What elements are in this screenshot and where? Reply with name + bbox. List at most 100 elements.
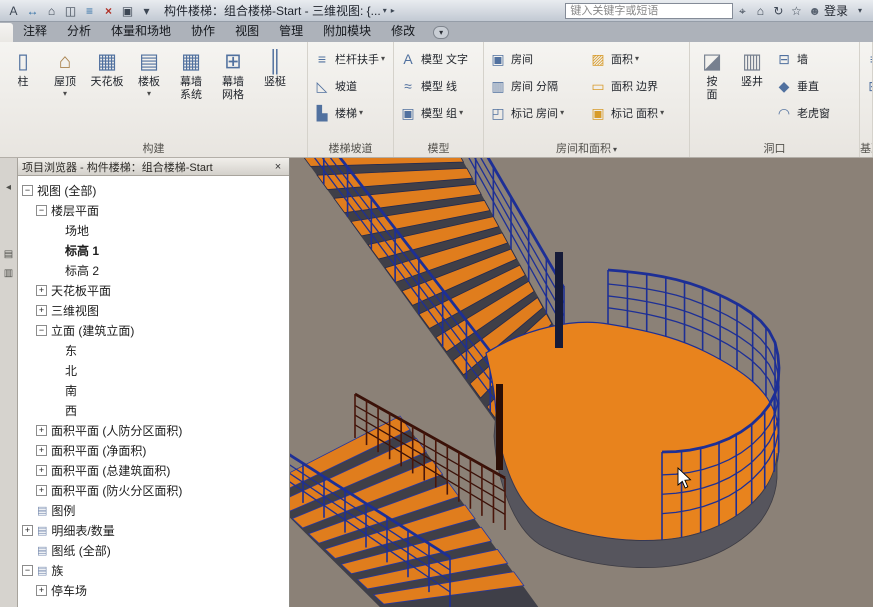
communication-center-icon[interactable]: ↻: [769, 2, 787, 20]
tree-item[interactable]: −视图 (全部): [18, 180, 289, 200]
expander-minus-icon[interactable]: −: [36, 325, 47, 336]
button-label: 模型 文字: [421, 51, 468, 67]
button-vertical-opening[interactable]: ◆垂直: [772, 72, 833, 99]
tab-massing-site[interactable]: 体量和场地: [101, 20, 181, 42]
tab-view[interactable]: 视图: [225, 20, 269, 42]
expander-plus-icon[interactable]: +: [36, 285, 47, 296]
sign-in-button[interactable]: ☻ 登录: [808, 2, 848, 19]
tree-item[interactable]: + 面积平面 (净面积): [18, 440, 289, 460]
subscription-center-icon[interactable]: ⌂: [751, 2, 769, 20]
button-curtain-grid[interactable]: ⊞幕墙网格: [212, 45, 254, 141]
button-model-line[interactable]: ≈模型 线: [396, 72, 481, 99]
button-model-text[interactable]: A模型 文字: [396, 45, 481, 72]
expander-minus-icon[interactable]: −: [36, 205, 47, 216]
tree-item[interactable]: +面积平面 (防火分区面积): [18, 480, 289, 500]
button-floor[interactable]: ▤楼板▾: [128, 45, 170, 141]
panel-build-label: 构建: [0, 142, 307, 157]
close-hidden-windows-icon[interactable]: ×: [99, 2, 118, 20]
tree-item[interactable]: +面积平面 (人防分区面积): [18, 420, 289, 440]
tree-item[interactable]: ▤图例: [18, 500, 289, 520]
tab-analyze[interactable]: 分析: [57, 20, 101, 42]
tree-item[interactable]: −楼层平面: [18, 200, 289, 220]
thin-lines-icon[interactable]: ≡: [80, 2, 99, 20]
button-tag-room[interactable]: ◰标记 房间▾: [486, 99, 586, 126]
panel-build: ▯柱⌂屋顶▾▦天花板▤楼板▾▦幕墙系统⊞幕墙网格║竖梃 构建: [0, 42, 308, 157]
tree-item[interactable]: +天花板平面: [18, 280, 289, 300]
button-railing[interactable]: ≡栏杆扶手▾: [310, 45, 391, 72]
tab-modify[interactable]: 修改: [381, 20, 425, 42]
tree-item[interactable]: 东: [18, 340, 289, 360]
qat-customize-icon[interactable]: ▾: [137, 2, 156, 20]
expander-plus-icon[interactable]: +: [36, 425, 47, 436]
button-tag-area[interactable]: ▣标记 面积▾: [586, 99, 686, 126]
palette-tab-icon[interactable]: ▥: [4, 268, 13, 279]
button-roof[interactable]: ⌂屋顶▾: [44, 45, 86, 141]
button-by-face[interactable]: ◪按面: [692, 45, 732, 141]
tab-architecture-partial[interactable]: [0, 23, 13, 42]
button-grid[interactable]: ⊞轴网: [862, 72, 870, 99]
tree-item[interactable]: 南: [18, 380, 289, 400]
button-area[interactable]: ▨面积▾: [586, 45, 686, 72]
project-browser-header[interactable]: 项目浏览器 - 构件楼梯：组合楼梯-Start ×: [18, 158, 289, 176]
tree-item[interactable]: −▤族: [18, 560, 289, 580]
button-wall-opening[interactable]: ⊟墙: [772, 45, 833, 72]
expander-plus-icon[interactable]: +: [36, 445, 47, 456]
ribbon-cycle-icon[interactable]: ▾: [433, 26, 449, 39]
title-scroll-icon[interactable]: ▸: [391, 6, 395, 15]
tree-item-label: 面积平面 (净面积): [51, 442, 146, 459]
infocenter-icons: ⌂↻☆: [751, 2, 805, 20]
search-go-icon[interactable]: ⌖: [733, 2, 751, 20]
button-level[interactable]: ≡标高: [862, 45, 870, 72]
expander-plus-icon[interactable]: +: [22, 525, 33, 536]
tree-item[interactable]: +停车场: [18, 580, 289, 600]
button-ceiling[interactable]: ▦天花板: [86, 45, 128, 141]
favorites-icon[interactable]: ☆: [787, 2, 805, 20]
button-room[interactable]: ▣房间: [486, 45, 586, 72]
title-dropdown-icon[interactable]: ▾: [383, 6, 387, 15]
default-3d-view-icon[interactable]: ⌂: [42, 2, 61, 20]
button-stair[interactable]: ▙楼梯▾: [310, 99, 391, 126]
button-model-group[interactable]: ▣模型 组▾: [396, 99, 481, 126]
tree-item[interactable]: ▤图纸 (全部): [18, 540, 289, 560]
aligned-dimension-icon[interactable]: ↔: [23, 2, 42, 20]
tab-annotate[interactable]: 注释: [13, 20, 57, 42]
button-shaft[interactable]: ▥竖井: [732, 45, 772, 141]
search-input[interactable]: [565, 3, 733, 19]
tree-item[interactable]: 标高 1: [18, 240, 289, 260]
button-ramp[interactable]: ◺坡道: [310, 72, 391, 99]
button-room-separator[interactable]: ▥房间 分隔: [486, 72, 586, 99]
tree-item[interactable]: 场地: [18, 220, 289, 240]
sheet-icon: ▤: [37, 544, 47, 557]
switch-windows-icon[interactable]: ▣: [118, 2, 137, 20]
expander-minus-icon[interactable]: −: [22, 565, 33, 576]
panel-room-area-label[interactable]: 房间和面积▾: [484, 142, 689, 157]
viewport-3d[interactable]: [290, 158, 873, 607]
tab-manage[interactable]: 管理: [269, 20, 313, 42]
properties-palette-icon[interactable]: ▤: [4, 249, 13, 260]
expander-plus-icon[interactable]: +: [36, 305, 47, 316]
expander-plus-icon[interactable]: +: [36, 585, 47, 596]
tree-item[interactable]: +三维视图: [18, 300, 289, 320]
tree-item[interactable]: 标高 2: [18, 260, 289, 280]
tree-item[interactable]: 北: [18, 360, 289, 380]
schedule-icon: ▤: [37, 524, 47, 537]
expander-plus-icon[interactable]: +: [36, 465, 47, 476]
tab-addins[interactable]: 附加模块: [313, 20, 381, 42]
tab-collaborate[interactable]: 协作: [181, 20, 225, 42]
tree-item[interactable]: +面积平面 (总建筑面积): [18, 460, 289, 480]
button-mullion[interactable]: ║竖梃: [254, 45, 296, 141]
button-area-boundary[interactable]: ▭面积 边界: [586, 72, 686, 99]
expander-plus-icon[interactable]: +: [36, 485, 47, 496]
button-curtain-system[interactable]: ▦幕墙系统: [170, 45, 212, 141]
close-icon[interactable]: ×: [271, 161, 285, 173]
text-note-icon[interactable]: A: [4, 2, 23, 20]
expander-minus-icon[interactable]: −: [22, 185, 33, 196]
section-icon[interactable]: ◫: [61, 2, 80, 20]
collapse-arrow-icon[interactable]: ◂: [6, 182, 11, 193]
button-dormer[interactable]: ◠老虎窗: [772, 99, 833, 126]
tree-item[interactable]: 西: [18, 400, 289, 420]
button-column[interactable]: ▯柱: [2, 45, 44, 141]
tree-item[interactable]: +▤明细表/数量: [18, 520, 289, 540]
signin-dropdown-icon[interactable]: ▾: [851, 2, 869, 20]
tree-item[interactable]: −立面 (建筑立面): [18, 320, 289, 340]
